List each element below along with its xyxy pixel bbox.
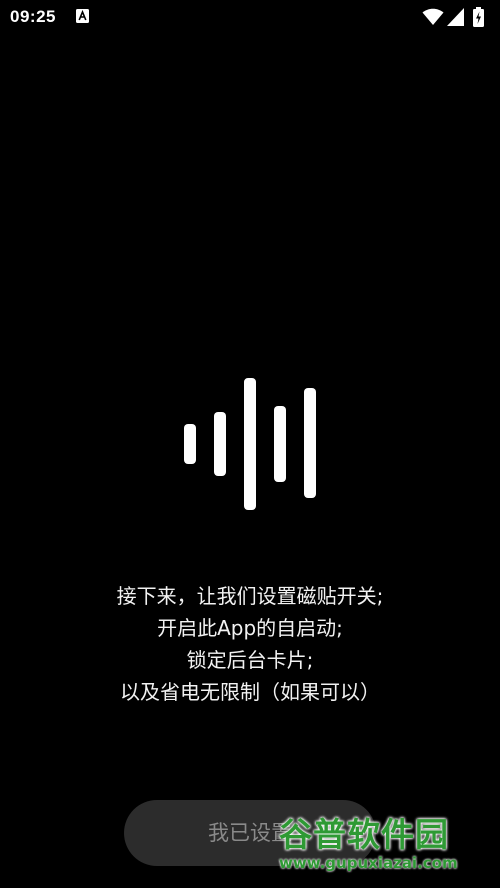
signal-icon	[447, 8, 464, 26]
watermark-logo: 谷普软件园 www.gupuxiazai.com	[275, 808, 500, 888]
status-icons	[422, 7, 492, 27]
wave-bar	[304, 388, 316, 498]
wave-bar	[244, 378, 256, 510]
sound-wave-icon	[180, 376, 320, 512]
wave-bar	[274, 406, 286, 482]
watermark-url: www.gupuxiazai.com	[279, 854, 458, 872]
notification-a-icon	[76, 9, 89, 23]
instruction-line: 开启此App的自启动;	[157, 616, 343, 640]
wave-bar	[214, 412, 226, 476]
status-time: 09:25	[10, 7, 56, 26]
instruction-line: 接下来，让我们设置磁贴开关;	[116, 584, 384, 608]
instruction-text: 接下来，让我们设置磁贴开关; 开启此App的自启动; 锁定后台卡片; 以及省电无…	[0, 580, 500, 708]
battery-charging-icon	[473, 7, 484, 27]
instruction-line: 以及省电无限制（如果可以）	[120, 680, 380, 704]
wave-bar	[184, 424, 196, 464]
wifi-icon	[422, 8, 444, 25]
status-bar: 09:25	[0, 0, 500, 34]
instruction-line: 锁定后台卡片;	[186, 648, 314, 672]
watermark-title: 谷普软件园	[279, 815, 449, 854]
